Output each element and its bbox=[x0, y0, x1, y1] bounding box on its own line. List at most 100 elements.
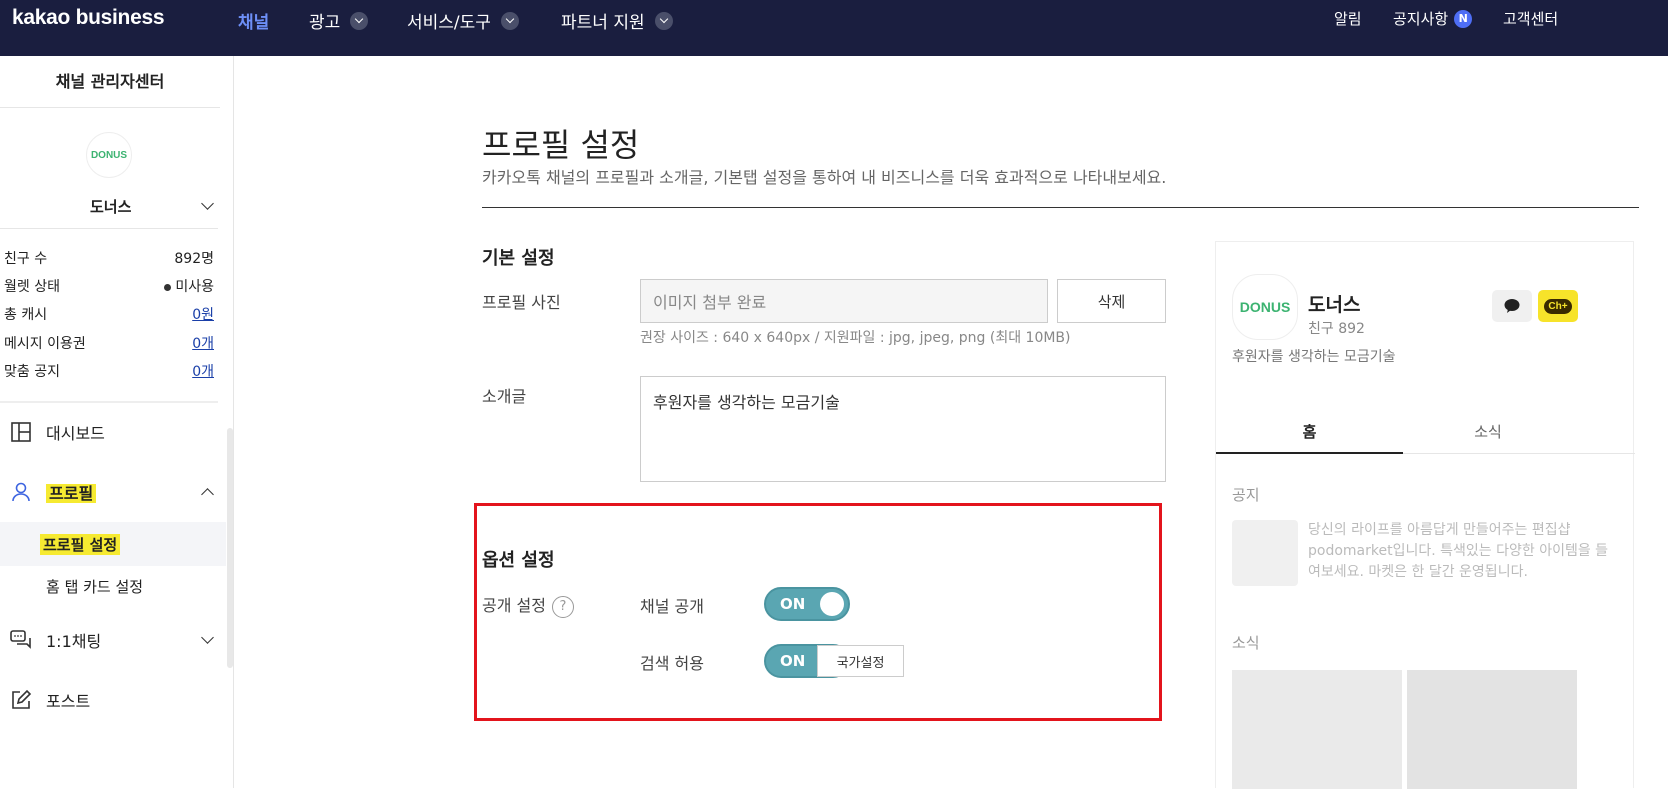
stat-custom-notice: 맞춤 공지 0개 bbox=[4, 361, 214, 381]
help-icon[interactable]: ? bbox=[551, 595, 574, 618]
chat-icon bbox=[10, 630, 31, 649]
photo-hint: 권장 사이즈 : 640 x 640px / 지원파일 : jpg, jpeg,… bbox=[640, 330, 1071, 346]
stat-friends: 친구 수 892명 bbox=[4, 248, 214, 268]
preview-add-channel-button[interactable]: Ch+ bbox=[1538, 290, 1578, 322]
menu-chat-label: 1:1채팅 bbox=[46, 632, 102, 651]
delete-button-label: 삭제 bbox=[1097, 292, 1126, 311]
page-title: 프로필 설정 bbox=[482, 126, 640, 164]
notice-thumbnail bbox=[1232, 520, 1298, 586]
channel-switch-chevron-icon[interactable] bbox=[201, 197, 214, 210]
preview-chat-button[interactable] bbox=[1492, 290, 1532, 322]
chevron-down-icon bbox=[500, 11, 519, 30]
chevron-down-icon bbox=[350, 11, 369, 30]
country-settings-label: 국가설정 bbox=[836, 655, 885, 671]
stat-value: 892명 bbox=[174, 251, 214, 267]
preview-friends: 친구 892 bbox=[1308, 321, 1365, 337]
preview-tab-home[interactable]: 홈 bbox=[1216, 410, 1403, 454]
nav-partner-label: 파트너 지원 bbox=[561, 13, 645, 33]
profile-photo-value: 이미지 첨부 완료 bbox=[653, 293, 767, 312]
sidebar-scrollbar[interactable] bbox=[227, 428, 233, 668]
menu-post[interactable]: 포스트 bbox=[0, 688, 218, 712]
stat-link[interactable]: 0개 bbox=[192, 333, 214, 353]
preview-notice-title: 공지 bbox=[1232, 486, 1260, 504]
nav-channel[interactable]: 채널 bbox=[238, 8, 269, 33]
nav-channel-label: 채널 bbox=[238, 13, 270, 33]
profile-photo-field[interactable]: 이미지 첨부 완료 bbox=[640, 279, 1048, 323]
channel-name: 도너스 bbox=[90, 198, 132, 216]
menu-profile[interactable]: 프로필 bbox=[0, 480, 218, 504]
stat-message-voucher: 메시지 이용권 0개 bbox=[4, 333, 214, 353]
visibility-label-row: 공개 설정? bbox=[482, 592, 574, 618]
preview-avatar: DONUS bbox=[1232, 274, 1298, 340]
nav-ads[interactable]: 광고 bbox=[309, 8, 369, 33]
divider bbox=[482, 207, 1639, 208]
submenu-profile-settings-label: 프로필 설정 bbox=[40, 533, 121, 555]
nav-alerts-label: 알림 bbox=[1334, 10, 1362, 28]
submenu-home-tab-card-label: 홈 탭 카드 설정 bbox=[46, 577, 144, 596]
toggle-state: ON bbox=[780, 595, 806, 613]
toggle-knob bbox=[820, 592, 844, 616]
chevron-down-icon bbox=[201, 631, 214, 644]
menu-dashboard-label: 대시보드 bbox=[46, 424, 105, 443]
country-settings-button[interactable]: 국가설정 bbox=[817, 645, 904, 677]
ch-plus-icon: Ch+ bbox=[1544, 298, 1572, 314]
preview-tabs: 홈 소식 bbox=[1216, 410, 1635, 454]
stat-value: 미사용 bbox=[175, 279, 214, 295]
submenu-home-tab-card[interactable]: 홈 탭 카드 설정 bbox=[0, 564, 226, 608]
stat-link[interactable]: 0원 bbox=[192, 304, 214, 324]
nav-services-label: 서비스/도구 bbox=[407, 13, 491, 33]
chevron-up-icon bbox=[201, 488, 214, 501]
menu-chat[interactable]: 1:1채팅 bbox=[0, 628, 218, 652]
stat-label: 메시지 이용권 bbox=[4, 336, 86, 352]
nav-support-label: 고객센터 bbox=[1503, 10, 1559, 28]
new-badge: N bbox=[1454, 9, 1473, 28]
edit-icon bbox=[12, 689, 32, 709]
profile-photo-label: 프로필 사진 bbox=[482, 293, 561, 312]
preview-description: 후원자를 생각하는 모금기술 bbox=[1232, 349, 1396, 365]
divider bbox=[0, 401, 218, 403]
menu-dashboard[interactable]: 대시보드 bbox=[0, 420, 218, 444]
dashboard-icon bbox=[11, 422, 31, 442]
delete-photo-button[interactable]: 삭제 bbox=[1057, 279, 1166, 323]
chevron-down-icon bbox=[654, 11, 673, 30]
toggle-state: ON bbox=[780, 652, 806, 670]
preview-name: 도너스 bbox=[1308, 294, 1361, 316]
nav-notices[interactable]: 공지사항 N bbox=[1393, 8, 1473, 29]
nav-alerts[interactable]: 알림 bbox=[1334, 8, 1362, 29]
sidebar: 채널 관리자센터 DONUS 도너스 친구 수 892명 월렛 상태 미사용 총… bbox=[0, 56, 234, 788]
nav-partner-support[interactable]: 파트너 지원 bbox=[561, 8, 673, 33]
menu-post-label: 포스트 bbox=[46, 692, 91, 711]
intro-label: 소개글 bbox=[482, 387, 527, 406]
main-content: 프로필 설정 카카오톡 채널의 프로필과 소개글, 기본탭 설정을 통하여 내 … bbox=[234, 56, 1668, 789]
profile-preview: DONUS 도너스 친구 892 Ch+ 후원자를 생각하는 모금기술 홈 소식… bbox=[1215, 241, 1635, 789]
stat-label: 친구 수 bbox=[4, 251, 48, 267]
nav-ads-label: 광고 bbox=[309, 13, 341, 33]
stat-link[interactable]: 0개 bbox=[192, 361, 214, 381]
submenu-profile-settings[interactable]: 프로필 설정 bbox=[0, 522, 226, 566]
channel-public-toggle[interactable]: ON bbox=[764, 587, 850, 621]
stat-cash: 총 캐시 0원 bbox=[4, 304, 214, 324]
intro-textarea[interactable]: 후원자를 생각하는 모금기술 bbox=[640, 376, 1166, 482]
status-dot-icon bbox=[164, 283, 172, 291]
kakao-business-logo[interactable]: kakao business bbox=[12, 6, 165, 30]
page-description: 카카오톡 채널의 프로필과 소개글, 기본탭 설정을 통하여 내 비즈니스를 더… bbox=[482, 168, 1167, 187]
person-icon bbox=[12, 482, 30, 502]
sidebar-title: 채널 관리자센터 bbox=[0, 56, 220, 108]
preview-tab-news[interactable]: 소식 bbox=[1403, 410, 1573, 454]
chat-bubble-icon bbox=[1504, 299, 1520, 313]
nav-support[interactable]: 고객센터 bbox=[1503, 8, 1558, 29]
option-settings-title: 옵션 설정 bbox=[482, 550, 555, 571]
visibility-label: 공개 설정 bbox=[482, 596, 546, 615]
preview-notice-text: 당신의 라이프를 아름답게 만들어주는 편집샵 podomarket입니다. 특… bbox=[1308, 522, 1609, 580]
stat-label: 월렛 상태 bbox=[4, 279, 60, 295]
nav-services[interactable]: 서비스/도구 bbox=[407, 8, 519, 33]
preview-news-title: 소식 bbox=[1232, 634, 1260, 652]
menu-profile-label: 프로필 bbox=[46, 484, 97, 503]
news-card-image bbox=[1407, 670, 1577, 789]
stat-label: 맞춤 공지 bbox=[4, 364, 60, 380]
channel-avatar: DONUS bbox=[86, 132, 132, 178]
divider bbox=[0, 228, 218, 229]
basic-settings-title: 기본 설정 bbox=[482, 248, 555, 269]
news-card-image bbox=[1232, 670, 1402, 789]
channel-public-label: 채널 공개 bbox=[640, 597, 704, 616]
